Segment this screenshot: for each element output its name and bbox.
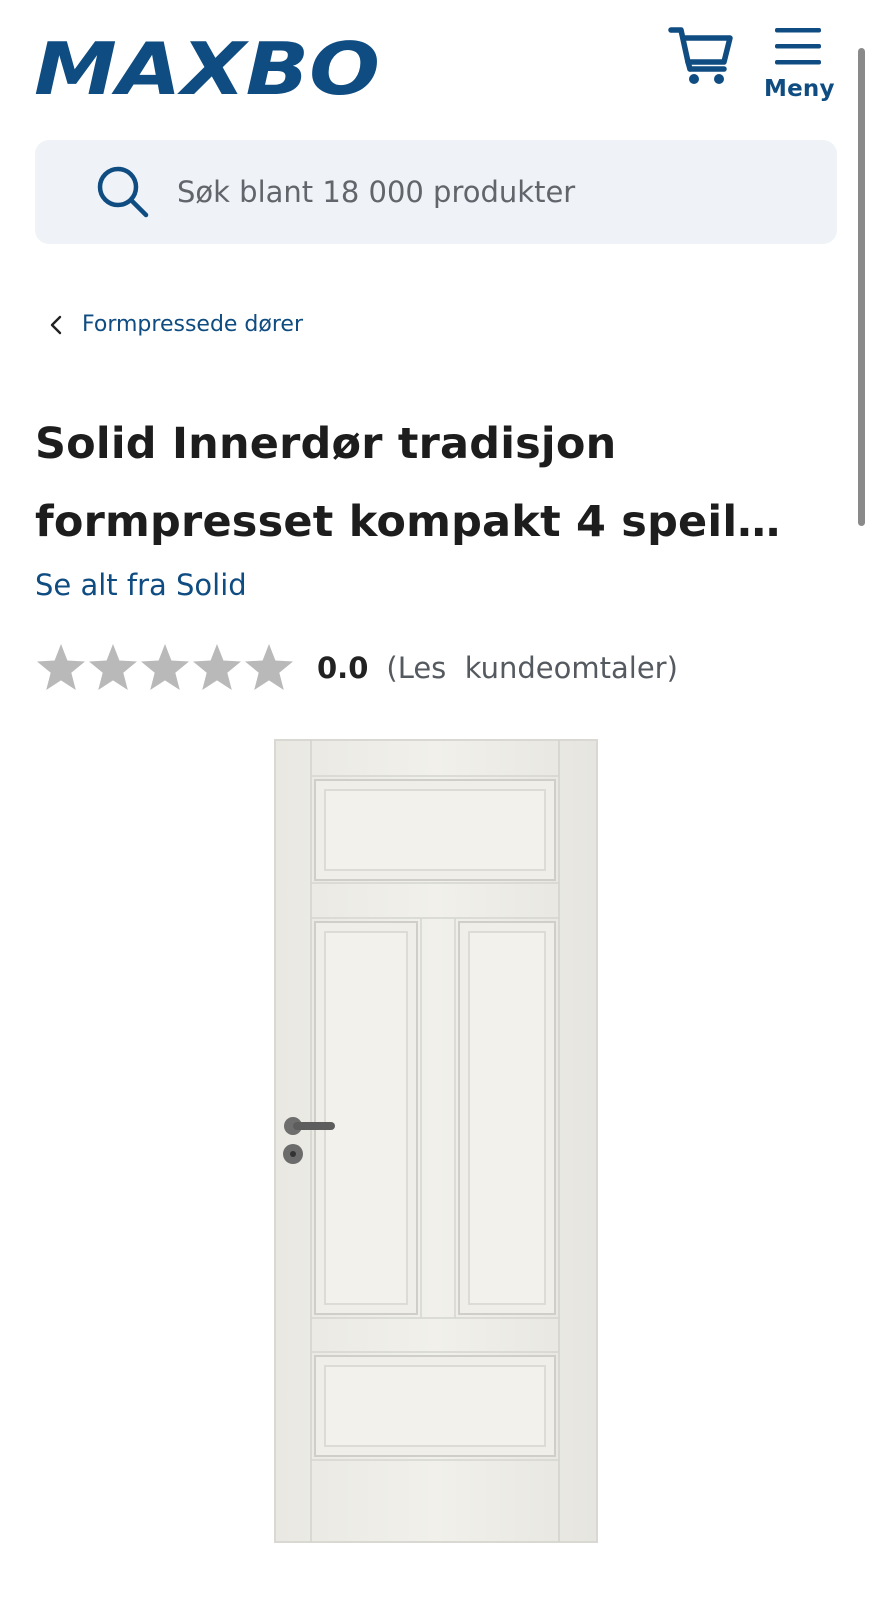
chevron-left-icon — [50, 315, 62, 334]
scrollbar[interactable] — [858, 48, 865, 526]
door-illustration — [274, 739, 598, 1543]
star-icon — [37, 644, 85, 690]
maxbo-logo-graphic: MAXBO — [34, 27, 380, 111]
see-all-brand-link[interactable]: Se alt fra Solid — [35, 568, 247, 602]
star-icon — [245, 644, 293, 690]
menu-button[interactable]: Meny — [764, 26, 835, 110]
hamburger-icon — [775, 28, 821, 65]
product-title: Solid Innerdør tradisjon formpresset kom… — [35, 419, 781, 547]
search-icon[interactable] — [95, 164, 151, 220]
rating-stars — [35, 642, 295, 694]
read-reviews-link[interactable]: (Les kundeomtaler) — [386, 651, 678, 685]
star-icon — [89, 644, 137, 690]
cart-icon — [668, 27, 733, 84]
star-icon — [193, 644, 241, 690]
search-bar[interactable] — [35, 140, 837, 244]
breadcrumb-label[interactable]: Formpressede dører — [82, 312, 303, 337]
rating-value: 0.0 — [317, 651, 369, 685]
breadcrumb[interactable]: Formpressede dører — [48, 312, 303, 337]
site-header: MAXBO Meny — [0, 0, 890, 130]
star-icon — [141, 644, 189, 690]
product-rating[interactable]: 0.0 (Les kundeomtaler) — [35, 640, 678, 696]
search-input[interactable] — [177, 175, 817, 209]
maxbo-logo[interactable]: MAXBO — [34, 27, 382, 111]
cart-button[interactable] — [668, 24, 734, 86]
menu-label: Meny — [764, 76, 835, 102]
product-image[interactable] — [273, 738, 599, 1544]
svg-text:MAXBO: MAXBO — [34, 36, 380, 100]
